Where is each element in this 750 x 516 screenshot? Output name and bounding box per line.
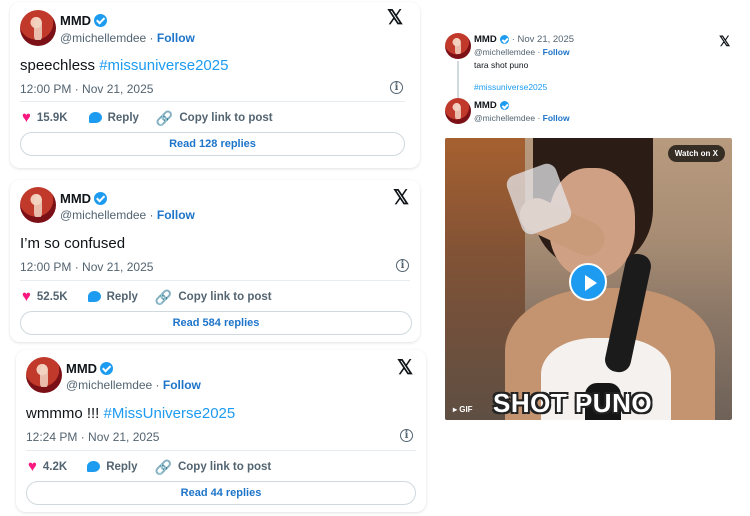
thread-line	[457, 61, 459, 99]
author-name[interactable]: MMD	[60, 191, 108, 206]
read-replies-button[interactable]: Read 128 replies	[20, 132, 405, 156]
heart-icon: ♥	[28, 458, 37, 475]
post-text: speechless #missuniverse2025	[20, 57, 229, 74]
x-logo-icon[interactable]: 𝕏	[387, 8, 403, 28]
verified-badge-icon	[100, 362, 114, 375]
hashtag-link[interactable]: #missuniverse2025	[99, 57, 228, 74]
reply-bubble-icon	[88, 112, 102, 123]
follow-button[interactable]: Follow	[543, 113, 570, 123]
like-button[interactable]: ♥ 52.5K	[22, 289, 68, 304]
follow-button[interactable]: Follow	[157, 208, 195, 222]
verified-badge-icon	[94, 192, 108, 205]
link-icon: 🔗	[154, 288, 173, 305]
info-icon[interactable]: i	[390, 81, 403, 94]
author-name[interactable]: MMD	[474, 100, 509, 111]
reply-button[interactable]: Reply	[88, 112, 139, 124]
verified-badge-icon	[94, 14, 108, 27]
hashtag-link[interactable]: #MissUniverse2025	[104, 405, 236, 422]
follow-button[interactable]: Follow	[157, 31, 195, 45]
info-icon[interactable]: i	[400, 429, 413, 442]
avatar[interactable]	[445, 33, 471, 59]
hashtag-link[interactable]: #missuniverse2025	[474, 82, 547, 92]
post-text: I’m so confused	[20, 235, 126, 252]
post-timestamp[interactable]: 12:00 PM · Nov 21, 2025	[20, 260, 153, 274]
divider	[20, 280, 410, 281]
avatar[interactable]	[20, 187, 56, 223]
verified-badge-icon	[499, 101, 509, 110]
author-name[interactable]: MMD	[66, 361, 114, 376]
divider	[20, 101, 405, 102]
gif-media[interactable]: Watch on X SHOT PUNO ▸ GIF	[445, 138, 732, 420]
action-bar: ♥ 4.2K Reply 🔗 Copy link to post	[28, 459, 271, 474]
reply-bubble-icon	[87, 291, 101, 302]
post-card: MMD @michellemdee · Follow 𝕏 I’m so conf…	[10, 180, 420, 342]
author-handle: @michellemdee · Follow	[474, 113, 570, 123]
x-logo-icon[interactable]: 𝕏	[719, 34, 730, 48]
watch-on-x-button[interactable]: Watch on X	[667, 145, 725, 162]
post-text: wmmmo !!! #MissUniverse2025	[26, 405, 236, 422]
avatar[interactable]	[20, 10, 56, 46]
x-logo-icon[interactable]: 𝕏	[397, 358, 413, 378]
follow-button[interactable]: Follow	[543, 47, 570, 57]
avatar[interactable]	[445, 98, 471, 124]
action-bar: ♥ 15.9K Reply 🔗 Copy link to post	[22, 110, 273, 125]
link-icon: 🔗	[155, 109, 174, 126]
gif-caption: SHOT PUNO	[493, 388, 653, 418]
reply-bubble-icon	[87, 461, 101, 472]
copy-link-button[interactable]: 🔗 Copy link to post	[156, 111, 273, 125]
reply-button[interactable]: Reply	[87, 461, 138, 473]
read-replies-button[interactable]: Read 584 replies	[20, 311, 412, 335]
read-replies-button[interactable]: Read 44 replies	[26, 481, 416, 505]
author-handle: @michellemdee · Follow	[60, 31, 195, 45]
like-button[interactable]: ♥ 15.9K	[22, 110, 68, 125]
avatar[interactable]	[26, 357, 62, 393]
like-button[interactable]: ♥ 4.2K	[28, 459, 67, 474]
copy-link-button[interactable]: 🔗 Copy link to post	[155, 460, 272, 474]
author-handle: @michellemdee · Follow	[66, 378, 201, 392]
play-icon[interactable]	[569, 263, 607, 301]
gif-badge: ▸ GIF	[453, 405, 473, 414]
reply-button[interactable]: Reply	[87, 291, 138, 303]
author-handle: @michellemdee · Follow	[474, 47, 570, 57]
post-timestamp[interactable]: 12:00 PM · Nov 21, 2025	[20, 82, 153, 96]
divider	[26, 450, 416, 451]
info-icon[interactable]: i	[396, 259, 409, 272]
post-date: · Nov 21, 2025	[511, 34, 575, 45]
author-name[interactable]: MMD · Nov 21, 2025	[474, 34, 574, 45]
post-text: tara shot puno	[474, 60, 529, 70]
post-card: MMD @michellemdee · Follow 𝕏 speechless …	[10, 2, 420, 168]
link-icon: 🔗	[154, 458, 172, 475]
post-card: MMD @michellemdee · Follow 𝕏 wmmmo !!! #…	[16, 350, 426, 512]
heart-icon: ♥	[22, 109, 31, 126]
heart-icon: ♥	[22, 288, 31, 305]
copy-link-button[interactable]: 🔗 Copy link to post	[155, 290, 272, 304]
follow-button[interactable]: Follow	[163, 378, 201, 392]
x-logo-icon[interactable]: 𝕏	[393, 188, 409, 208]
post-timestamp[interactable]: 12:24 PM · Nov 21, 2025	[26, 430, 159, 444]
author-handle: @michellemdee · Follow	[60, 208, 195, 222]
action-bar: ♥ 52.5K Reply 🔗 Copy link to post	[22, 289, 272, 304]
verified-badge-icon	[499, 35, 509, 44]
author-name[interactable]: MMD	[60, 13, 108, 28]
